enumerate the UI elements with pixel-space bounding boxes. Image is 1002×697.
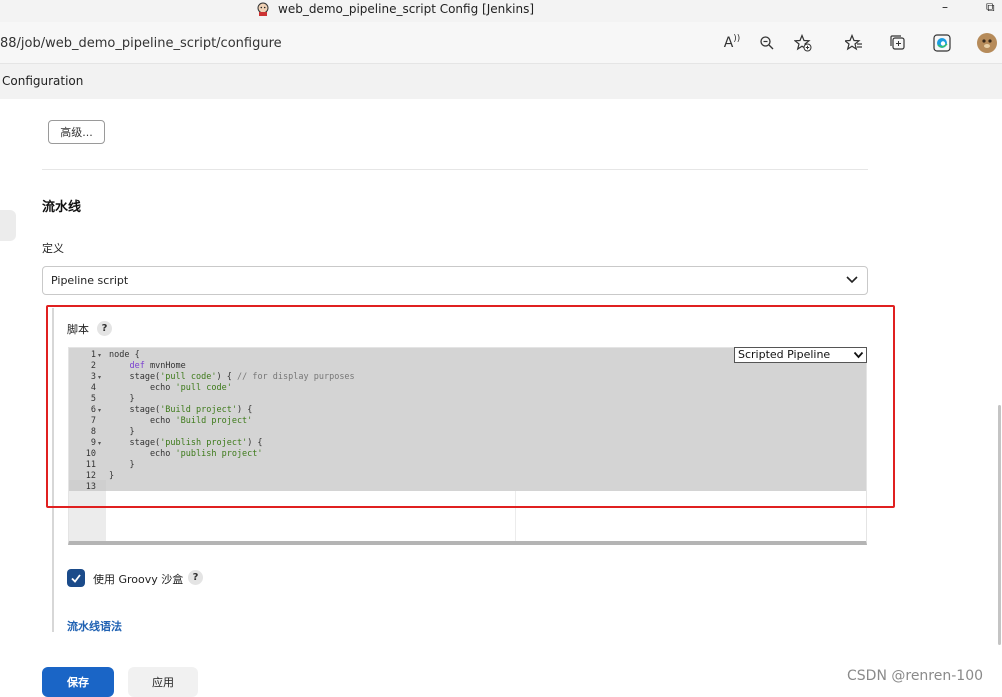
groovy-sandbox-checkbox[interactable] [67,569,85,587]
apply-button[interactable]: 应用 [128,667,198,697]
breadcrumb: Configuration [0,64,1002,99]
favorites-icon[interactable] [843,32,865,54]
checkmark-icon [71,574,81,583]
pipeline-section-title: 流水线 [42,200,82,215]
zoom-out-icon[interactable] [756,32,778,54]
definition-select-value: Pipeline script [51,274,129,287]
advanced-button[interactable]: 高级... [48,120,105,144]
read-aloud-icon[interactable]: A)) [721,32,743,54]
side-panel-tab[interactable] [0,210,16,241]
pipeline-syntax-link[interactable]: 流水线语法 [67,618,122,634]
page-scrollbar[interactable] [998,405,1001,645]
url-field[interactable]: 88/job/web_demo_pipeline_script/configur… [0,36,282,51]
groovy-sandbox-label: 使用 Groovy 沙盒 [93,573,184,586]
minimize-button[interactable]: – [942,0,948,14]
watermark: CSDN @renren-100 [847,668,984,684]
breadcrumb-current[interactable]: Configuration [2,74,83,88]
definition-select[interactable]: Pipeline script [42,266,868,295]
definition-label: 定义 [42,242,64,255]
read-aloud-label: A [723,35,734,51]
window-title: web_demo_pipeline_script Config [Jenkins… [278,2,535,16]
section-divider [42,169,868,170]
chevron-down-icon [846,276,858,284]
edge-icon[interactable] [931,32,953,54]
profile-avatar[interactable] [976,32,998,54]
restore-button[interactable]: ⧉ [986,0,995,15]
groovy-sandbox-help-icon[interactable]: ? [188,570,203,585]
save-button[interactable]: 保存 [42,667,114,697]
window-title-bar: web_demo_pipeline_script Config [Jenkins… [0,0,1002,22]
collections-icon[interactable] [887,32,909,54]
favorite-add-icon[interactable] [792,32,814,54]
jenkins-favicon-icon [257,2,269,16]
highlight-annotation-box [46,305,895,508]
browser-address-bar: 88/job/web_demo_pipeline_script/configur… [0,22,1002,64]
